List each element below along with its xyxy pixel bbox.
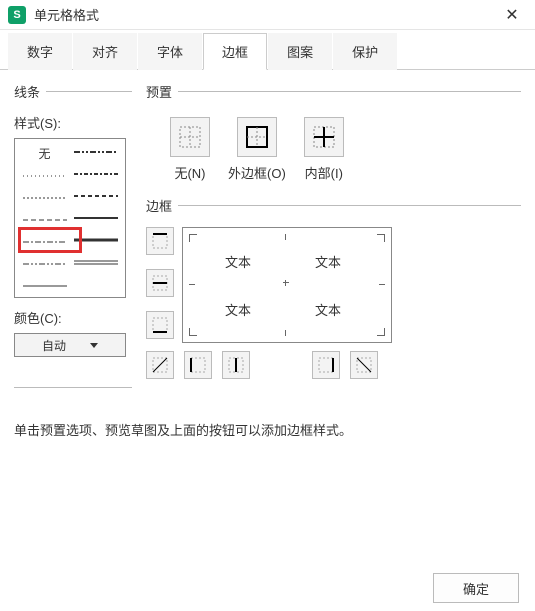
border-diag-down-button[interactable]: [350, 351, 378, 379]
close-button[interactable]: ✕: [497, 5, 527, 25]
tab-number[interactable]: 数字: [8, 33, 72, 70]
preset-inside-label: 内部(I): [305, 163, 343, 182]
tab-pattern[interactable]: 图案: [268, 33, 332, 70]
side-buttons: [146, 227, 174, 339]
tab-protect[interactable]: 保护: [333, 33, 397, 70]
color-value: 自动: [42, 337, 66, 354]
border-legend: 边框: [146, 196, 178, 215]
preview-text-3: 文本: [225, 300, 251, 319]
line-style-list[interactable]: 无: [14, 138, 126, 298]
preset-none-button[interactable]: [170, 117, 210, 157]
style-dot1[interactable]: [23, 171, 67, 181]
app-icon: S: [8, 6, 26, 24]
preset-group: 预置 无(N) 外边框(O): [146, 82, 521, 186]
style-thick[interactable]: [74, 235, 118, 245]
hint-text: 单击预置选项、预览草图及上面的按钮可以添加边框样式。: [14, 420, 535, 439]
right-column: 预置 无(N) 外边框(O): [146, 82, 521, 398]
style-dot2[interactable]: [23, 193, 67, 203]
border-top-button[interactable]: [146, 227, 174, 255]
preview-text-1: 文本: [225, 252, 251, 271]
line-legend: 线条: [14, 82, 46, 101]
border-diag-up-button[interactable]: [146, 351, 174, 379]
style-double[interactable]: [74, 257, 118, 267]
footer: 确定: [433, 573, 519, 603]
border-vmid-button[interactable]: [222, 351, 250, 379]
window-title: 单元格格式: [34, 5, 497, 24]
preset-outline-button[interactable]: [237, 117, 277, 157]
tab-align[interactable]: 对齐: [73, 33, 137, 70]
preset-inside-button[interactable]: [304, 117, 344, 157]
style-thin[interactable]: [23, 281, 67, 291]
preset-row: 无(N) 外边框(O) 内部(I): [170, 117, 521, 182]
preset-legend: 预置: [146, 82, 178, 101]
style-none[interactable]: 无: [23, 147, 67, 159]
preview-text-2: 文本: [315, 252, 341, 271]
border-hmid-button[interactable]: [146, 269, 174, 297]
style-mdash[interactable]: [74, 191, 118, 201]
border-bottom-button[interactable]: [146, 311, 174, 339]
left-divider: [14, 387, 132, 388]
content: 线条 样式(S): 无: [0, 70, 535, 410]
border-group: 边框 文本: [146, 196, 521, 379]
titlebar: S 单元格格式 ✕: [0, 0, 535, 30]
tab-font[interactable]: 字体: [138, 33, 202, 70]
style-dash1[interactable]: [23, 215, 67, 225]
style-label: 样式(S):: [14, 113, 132, 132]
border-left-button[interactable]: [184, 351, 212, 379]
line-group: 线条 样式(S): 无: [14, 82, 132, 388]
tab-bar: 数字 对齐 字体 边框 图案 保护: [0, 32, 535, 70]
border-right-button[interactable]: [312, 351, 340, 379]
style-mdashdotdot[interactable]: [74, 147, 118, 157]
left-column: 线条 样式(S): 无: [14, 82, 132, 398]
style-dashdot1[interactable]: [23, 237, 67, 247]
style-medium[interactable]: [74, 213, 118, 223]
style-slant[interactable]: [74, 169, 118, 179]
tab-border[interactable]: 边框: [203, 33, 267, 70]
dropdown-icon: [90, 343, 98, 348]
preview-text-4: 文本: [315, 300, 341, 319]
border-preview[interactable]: 文本 文本 文本 文本: [182, 227, 392, 343]
ok-button[interactable]: 确定: [433, 573, 519, 603]
bottom-buttons: [146, 351, 521, 379]
preset-none-label: 无(N): [174, 163, 205, 182]
color-select[interactable]: 自动: [14, 333, 126, 357]
style-dashdotdot1[interactable]: [23, 259, 67, 269]
preset-outline-label: 外边框(O): [228, 163, 286, 182]
color-label: 颜色(C):: [14, 308, 132, 327]
